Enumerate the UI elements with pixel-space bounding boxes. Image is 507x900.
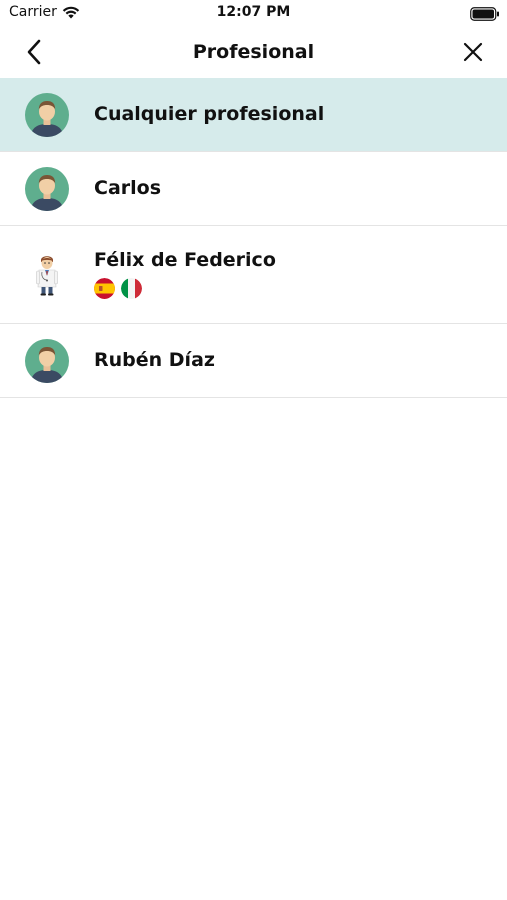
professional-row-felix[interactable]: Félix de Federico (0, 226, 507, 324)
clock: 12:07 PM (216, 4, 291, 20)
professional-list: Cualquier profesional Carlos Félix de Fe… (0, 78, 507, 398)
page-title: Profesional (192, 41, 315, 63)
language-flags (94, 278, 142, 299)
professional-row-any[interactable]: Cualquier profesional (0, 78, 507, 152)
nav-header: Profesional (0, 28, 507, 78)
italy-flag-icon (121, 278, 142, 299)
professional-name: Rubén Díaz (94, 349, 215, 371)
spain-flag-icon (94, 278, 115, 299)
battery-icon (470, 6, 500, 25)
professional-name: Carlos (94, 177, 162, 199)
avatar-default-icon (25, 167, 69, 211)
professional-row-carlos[interactable]: Carlos (0, 152, 507, 226)
professional-row-ruben[interactable]: Rubén Díaz (0, 324, 507, 398)
avatar-default-icon (25, 93, 69, 137)
professional-name: Cualquier profesional (94, 103, 325, 125)
close-icon (463, 42, 483, 62)
avatar-default-icon (25, 339, 69, 383)
close-button[interactable] (457, 36, 489, 68)
status-bar: Carrier 12:07 PM (0, 0, 507, 28)
professional-name: Félix de Federico (94, 249, 276, 271)
doctor-avatar-icon (36, 256, 58, 296)
